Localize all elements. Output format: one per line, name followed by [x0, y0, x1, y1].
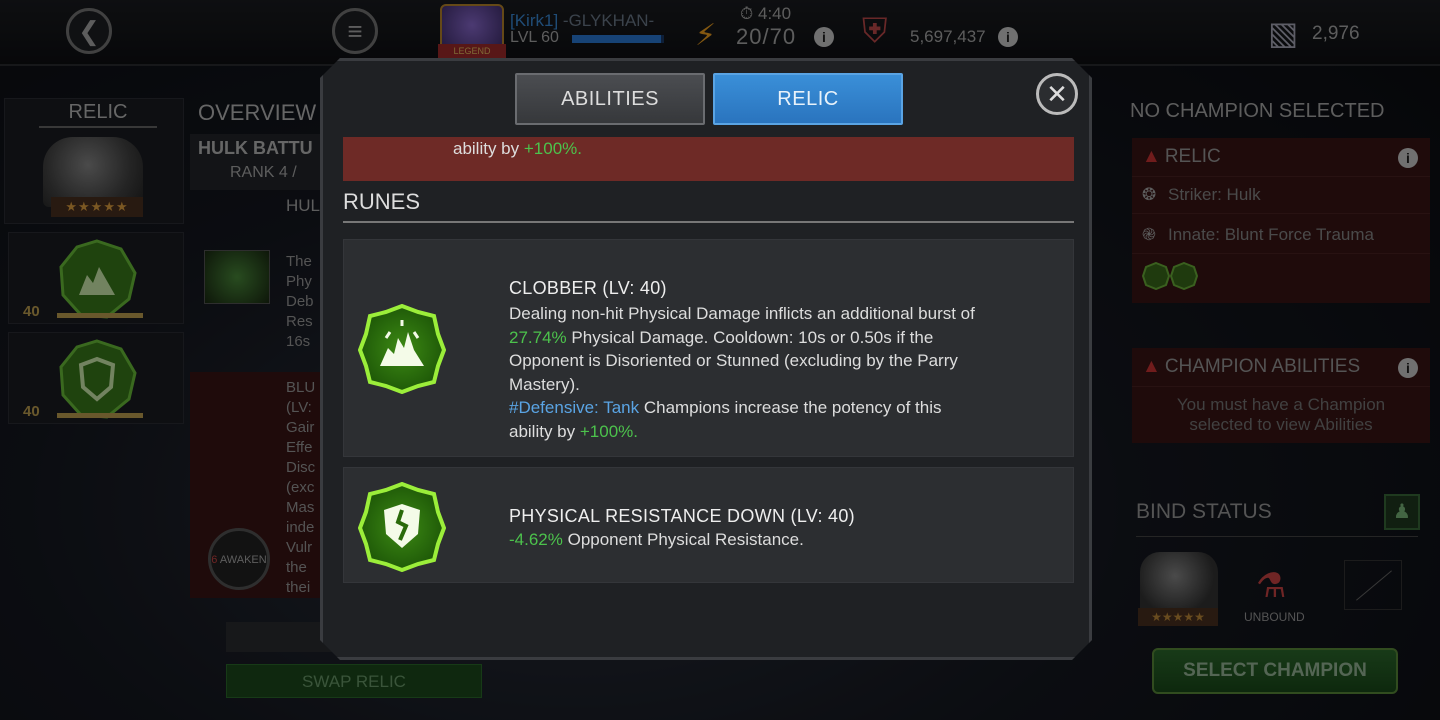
broken-shield-icon — [358, 482, 446, 572]
desc-line: ability by +100%. — [509, 420, 1049, 444]
previous-ability-strip: ability by +100%. — [343, 137, 1074, 181]
rune-name: CLOBBER (LV: 40) — [509, 278, 667, 298]
synergy-tag-link[interactable]: #Defensive: Tank — [509, 398, 639, 417]
tab-relic[interactable]: RELIC — [713, 73, 903, 125]
prev-text-value: +100%. — [523, 139, 583, 158]
rune-name: PHYSICAL RESISTANCE DOWN (LV: 40) — [509, 506, 855, 526]
desc-text: Opponent Physical Resistance. — [562, 530, 804, 549]
relic-modal: ABILITIES RELIC ✕ ability by +100%. RUNE… — [320, 58, 1092, 660]
close-icon[interactable]: ✕ — [1036, 73, 1078, 115]
desc-text: Champions increase the potency of this — [639, 398, 942, 417]
previous-ability-text: ability by +100%. — [453, 139, 582, 159]
rune-card-clobber: CLOBBER (LV: 40) Dealing non-hit Physica… — [343, 239, 1074, 457]
desc-line: 27.74% Physical Damage. Cooldown: 10s or… — [509, 326, 1049, 350]
rock-burst-icon — [358, 304, 446, 394]
desc-value: -4.62% — [509, 530, 563, 549]
desc-line: #Defensive: Tank Champions increase the … — [509, 396, 1049, 420]
tab-abilities[interactable]: ABILITIES — [515, 73, 705, 125]
desc-text: Physical Damage. Cooldown: 10s or 0.50s … — [566, 327, 934, 347]
desc-line: Opponent is Disoriented or Stunned (excl… — [509, 351, 958, 370]
runes-divider — [343, 221, 1074, 223]
desc-line: Dealing non-hit Physical Damage inflicts… — [509, 304, 975, 323]
desc-value: +100%. — [579, 421, 639, 441]
desc-text: ability by — [509, 421, 580, 441]
rune-card-physical-resistance-down: PHYSICAL RESISTANCE DOWN (LV: 40) -4.62%… — [343, 467, 1074, 583]
desc-value: 27.74% — [509, 327, 567, 347]
rune-description: -4.62% Opponent Physical Resistance. — [509, 528, 1049, 552]
prev-text-prefix: ability by — [453, 139, 524, 158]
runes-title: RUNES — [343, 189, 421, 214]
rune-description: Dealing non-hit Physical Damage inflicts… — [509, 302, 1049, 443]
desc-line: Mastery). — [509, 374, 580, 394]
